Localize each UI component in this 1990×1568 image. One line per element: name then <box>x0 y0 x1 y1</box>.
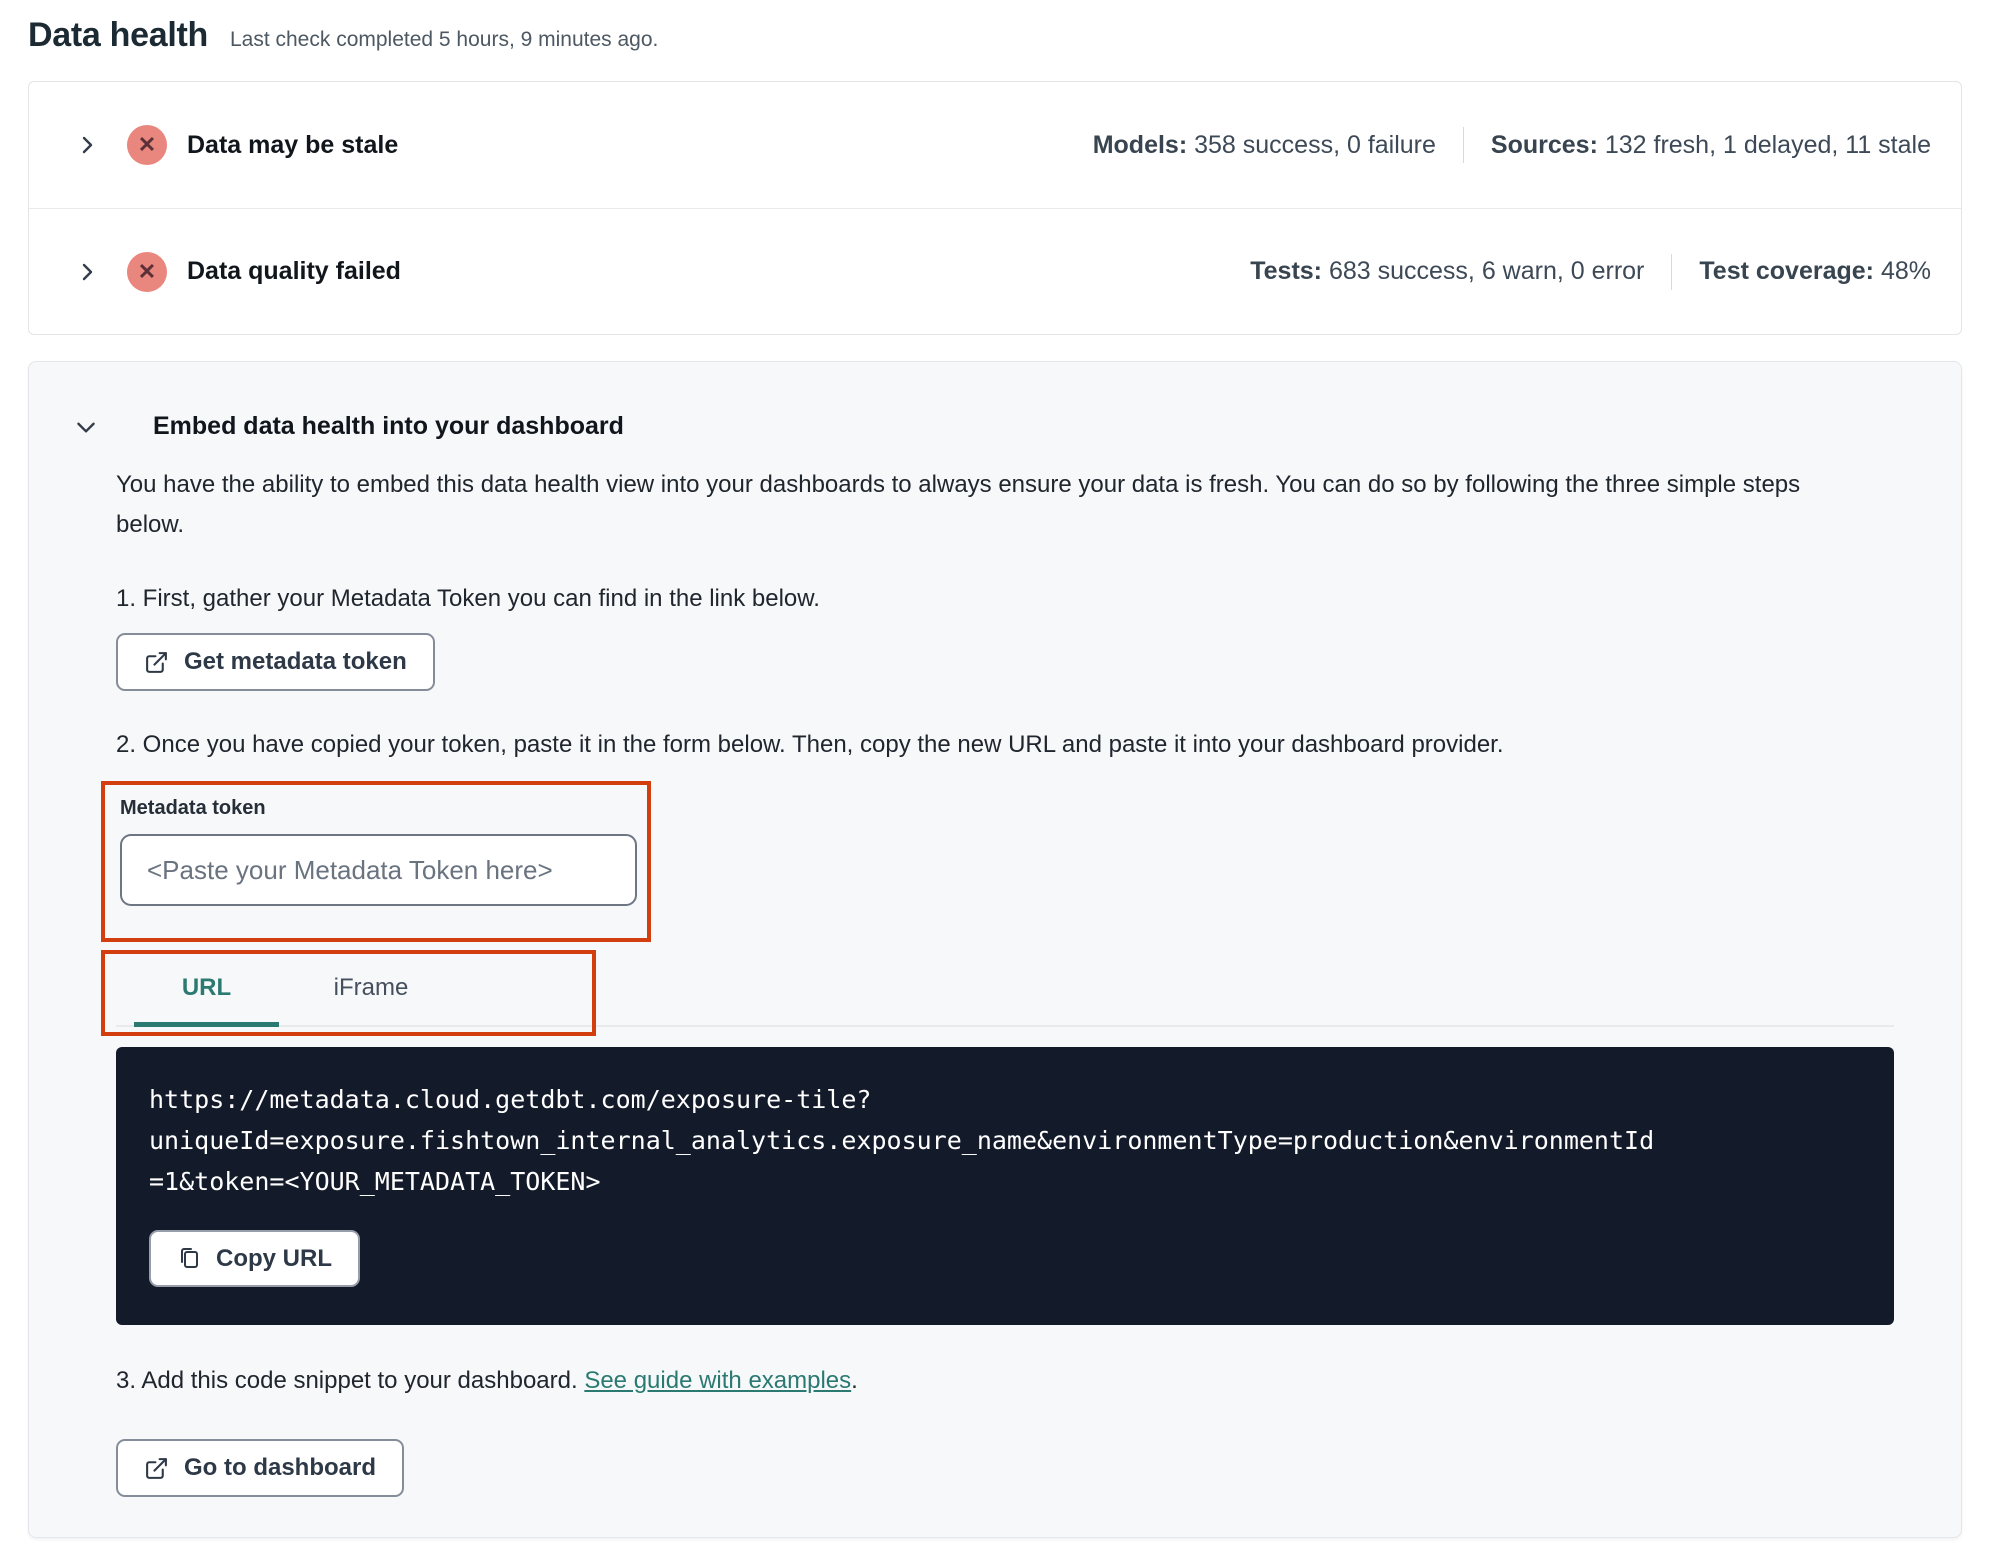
chevron-right-icon[interactable] <box>75 260 99 284</box>
step-3-text-before: 3. Add this code snippet to your dashboa… <box>116 1367 585 1394</box>
tab-iframe[interactable]: iFrame <box>295 958 447 1027</box>
metadata-token-input[interactable] <box>120 834 637 906</box>
get-metadata-token-label: Get metadata token <box>184 648 407 675</box>
error-glyph: ✕ <box>137 132 157 157</box>
models-stat-label: Models: <box>1092 130 1188 159</box>
stat-divider <box>1671 253 1673 290</box>
sources-stat: Sources: 132 fresh, 1 delayed, 11 stale <box>1491 131 1931 160</box>
status-row-label: Data quality failed <box>187 257 401 285</box>
get-metadata-token-button[interactable]: Get metadata token <box>116 633 435 691</box>
stat-divider <box>1462 127 1464 163</box>
token-field-annotation-box: Metadata token <box>101 781 651 942</box>
tab-url-label: URL <box>181 974 232 1001</box>
copy-icon <box>181 1247 198 1268</box>
sources-stat-label: Sources: <box>1490 130 1598 159</box>
tab-url[interactable]: URL <box>134 958 279 1027</box>
embed-section-header[interactable]: Embed data health into your dashboard <box>29 412 1961 441</box>
error-x-icon: ✕ <box>127 125 167 165</box>
step-2-text: 2. Once you have copied your token, past… <box>116 731 1504 758</box>
chevron-down-icon[interactable] <box>73 414 99 440</box>
tests-stat-label: Tests: <box>1250 257 1323 285</box>
health-summary-card: ✕ Data may be stale Models: 358 success,… <box>28 81 1962 335</box>
status-row-label: Data may be stale <box>187 130 399 159</box>
tab-bar: URL iFrame <box>116 958 1894 1027</box>
step-3-text-after: . <box>851 1367 858 1394</box>
tab-iframe-label: iFrame <box>333 974 409 1001</box>
tests-stat-value: 683 success, 6 warn, 0 error <box>1328 257 1645 285</box>
status-row-data-quality[interactable]: ✕ Data quality failed Tests: 683 success… <box>29 208 1961 334</box>
guide-examples-link[interactable]: See guide with examples <box>584 1367 851 1394</box>
status-row-stats: Tests: 683 success, 6 warn, 0 error Test… <box>1250 253 1931 290</box>
embed-output-tabs: URL iFrame <box>101 950 1894 1036</box>
page-header: Data health Last check completed 5 hours… <box>28 0 1962 55</box>
external-link-icon <box>146 1457 167 1479</box>
page: Data health Last check completed 5 hours… <box>0 0 1990 1538</box>
status-row-data-stale[interactable]: ✕ Data may be stale Models: 358 success,… <box>29 82 1961 208</box>
embed-section-title: Embed data health into your dashboard <box>153 412 624 440</box>
embed-url-text: https://metadata.cloud.getdbt.com/exposu… <box>149 1085 1655 1196</box>
last-check-status: Last check completed 5 hours, 9 minutes … <box>229 28 659 51</box>
embed-url-code-block: https://metadata.cloud.getdbt.com/exposu… <box>116 1047 1894 1325</box>
metadata-token-label: Metadata token <box>120 797 266 819</box>
test-coverage-stat-value: 48% <box>1880 257 1931 285</box>
go-to-dashboard-label: Go to dashboard <box>184 1454 376 1481</box>
error-glyph: ✕ <box>137 258 157 284</box>
embed-section-content: You have the ability to embed this data … <box>101 465 1894 1497</box>
test-coverage-stat: Test coverage: 48% <box>1699 257 1931 286</box>
models-stat: Models: 358 success, 0 failure <box>1093 131 1436 160</box>
sources-stat-value: 132 fresh, 1 delayed, 11 stale <box>1604 130 1931 159</box>
status-row-stats: Models: 358 success, 0 failure Sources: … <box>1093 127 1931 163</box>
tests-stat: Tests: 683 success, 6 warn, 0 error <box>1250 257 1644 286</box>
external-link-icon <box>146 651 167 673</box>
go-to-dashboard-button[interactable]: Go to dashboard <box>116 1439 404 1497</box>
copy-url-label: Copy URL <box>216 1244 332 1272</box>
step-3-text: 3. Add this code snippet to your dashboa… <box>116 1367 1894 1395</box>
models-stat-value: 358 success, 0 failure <box>1194 130 1436 159</box>
test-coverage-stat-label: Test coverage: <box>1699 257 1874 285</box>
page-title: Data health <box>28 16 208 54</box>
step-1-text: 1. First, gather your Metadata Token you… <box>116 585 820 612</box>
copy-url-button[interactable]: Copy URL <box>149 1230 360 1287</box>
embed-section-card: Embed data health into your dashboard Yo… <box>28 361 1962 1538</box>
chevron-right-icon[interactable] <box>75 133 99 157</box>
error-x-icon: ✕ <box>127 251 167 292</box>
embed-description: You have the ability to embed this data … <box>116 471 1801 538</box>
